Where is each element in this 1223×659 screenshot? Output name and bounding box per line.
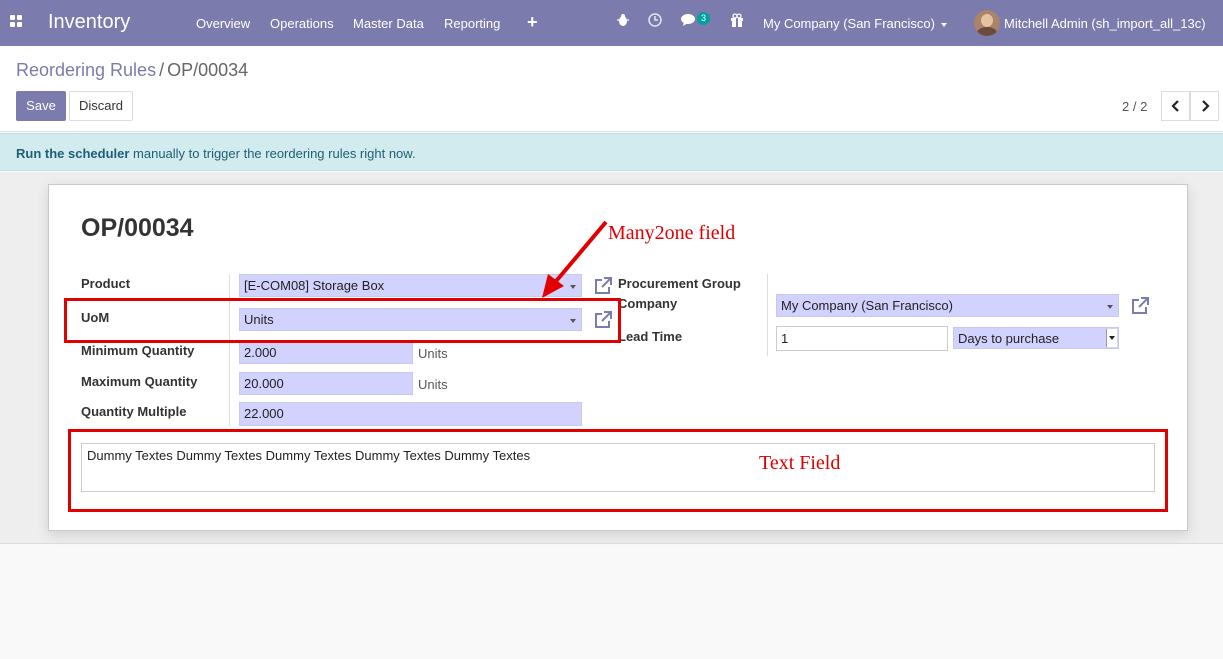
lead-days-input[interactable]: 1 [776, 326, 948, 351]
menu-master-data[interactable]: Master Data [353, 16, 424, 31]
dropdown-caret-icon[interactable] [1107, 305, 1113, 309]
apps-menu-icon[interactable] [10, 15, 24, 29]
min-qty-unit: Units [418, 346, 448, 361]
plus-icon[interactable]: + [527, 12, 538, 33]
procurement-group-label: Procurement Group [618, 276, 741, 291]
breadcrumb: Reordering Rules / OP/00034 [16, 60, 248, 81]
menu-reporting[interactable]: Reporting [444, 16, 500, 31]
discard-button[interactable]: Discard [69, 91, 133, 121]
clock-icon[interactable] [648, 13, 662, 30]
min-qty-input[interactable]: 2.000 [239, 341, 413, 364]
control-panel: Reordering Rules / OP/00034 Save Discard 2… [0, 46, 1223, 132]
product-label: Product [81, 276, 131, 291]
messages-badge: 3 [697, 12, 711, 25]
many2one-annotation: Many2one field [608, 222, 736, 244]
breadcrumb-parent[interactable]: Reordering Rules [16, 60, 156, 80]
app-title: Inventory [48, 11, 131, 33]
max-qty-label: Maximum Quantity [81, 374, 198, 389]
lead-type-select[interactable]: Days to purchase [953, 327, 1119, 349]
lead-type-value: Days to purchase [958, 331, 1060, 346]
bug-icon[interactable] [617, 13, 629, 29]
company-field[interactable]: My Company (San Francisco) [776, 294, 1119, 317]
column-divider [767, 274, 768, 356]
company-switcher[interactable]: My Company (San Francisco) [763, 16, 947, 31]
uom-field[interactable]: Units [239, 308, 582, 331]
avatar[interactable] [974, 10, 1000, 36]
user-menu[interactable]: Mitchell Admin (sh_import_all_13c) [1004, 16, 1206, 31]
pager-next-button[interactable] [1190, 91, 1219, 121]
alert-text: manually to trigger the reordering rules… [129, 146, 416, 161]
scheduler-alert: Run the scheduler manually to trigger th… [0, 133, 1223, 171]
pager-value[interactable]: 2 / 2 [1122, 99, 1147, 114]
note-textarea[interactable]: Dummy Textes Dummy Textes Dummy Textes D… [81, 443, 1155, 492]
qty-multiple-label: Quantity Multiple [81, 404, 187, 419]
max-qty-input[interactable]: 20.000 [239, 372, 413, 395]
annotation-arrow-icon [542, 220, 608, 298]
save-button[interactable]: Save [16, 91, 66, 121]
record-title: OP/00034 [81, 214, 194, 242]
company-value: My Company (San Francisco) [781, 298, 953, 313]
column-divider [229, 274, 230, 426]
external-link-icon[interactable] [1130, 296, 1150, 316]
qty-multiple-input[interactable]: 22.000 [239, 402, 582, 426]
menu-operations[interactable]: Operations [270, 16, 334, 31]
text-field-annotation: Text Field [759, 452, 841, 474]
breadcrumb-current: OP/00034 [167, 60, 249, 80]
max-qty-unit: Units [418, 377, 448, 392]
pager-previous-button[interactable] [1161, 91, 1190, 121]
min-qty-label: Minimum Quantity [81, 343, 195, 358]
company-label: Company [618, 296, 678, 311]
gift-icon[interactable] [730, 13, 744, 30]
select-arrow-icon[interactable] [1106, 329, 1117, 347]
lead-time-label: Lead Time [618, 329, 683, 344]
chat-icon[interactable] [681, 13, 697, 30]
product-value: [E-COM08] Storage Box [244, 278, 385, 293]
external-link-icon[interactable] [593, 310, 613, 330]
menu-overview[interactable]: Overview [196, 16, 250, 31]
top-navbar: Inventory Overview Operations Master Dat… [0, 0, 1223, 46]
uom-value: Units [244, 312, 274, 327]
chevron-right-icon [1202, 100, 1210, 112]
company-switcher-label: My Company (San Francisco) [763, 16, 935, 31]
chevron-left-icon [1171, 100, 1179, 112]
chevron-down-icon [940, 22, 947, 27]
uom-label: UoM [81, 310, 110, 325]
breadcrumb-separator: / [159, 60, 165, 80]
dropdown-caret-icon[interactable] [570, 319, 576, 323]
run-scheduler-link[interactable]: Run the scheduler [16, 146, 129, 161]
